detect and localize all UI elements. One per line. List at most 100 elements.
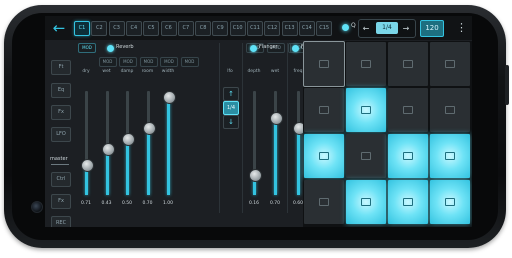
reverb-slider-knob-1[interactable] xyxy=(101,143,115,157)
loop-icon xyxy=(361,152,371,160)
reverb-slider-track-4[interactable] xyxy=(163,91,176,195)
lfo-label: lfo xyxy=(227,69,233,74)
channel-button-c2[interactable]: C2 xyxy=(91,21,108,36)
master-divider xyxy=(51,164,69,165)
pad-r2-c3[interactable] xyxy=(388,88,428,132)
channel-button-c11[interactable]: C11 xyxy=(247,21,263,36)
pad-r2-c2[interactable] xyxy=(346,88,386,132)
pad-r4-c4[interactable] xyxy=(430,180,470,224)
channel-button-c3[interactable]: C3 xyxy=(108,21,125,36)
pad-r4-c1[interactable] xyxy=(304,180,344,224)
pad-r3-c1[interactable] xyxy=(304,134,344,178)
loop-icon xyxy=(403,60,413,68)
reverb-slider-knob-0[interactable] xyxy=(81,158,94,172)
loop-icon xyxy=(361,60,371,68)
pad-r3-c3[interactable] xyxy=(388,134,428,178)
sidebar-button-lfo[interactable]: LFO xyxy=(51,127,71,142)
loop-icon xyxy=(361,198,371,206)
flanger-param-value-wet: 0.70 xyxy=(269,201,281,206)
channel-button-c1[interactable]: C1 xyxy=(74,21,90,36)
pad-r3-c2[interactable] xyxy=(346,134,386,178)
master-label: master xyxy=(50,156,68,162)
pad-r1-c1[interactable] xyxy=(303,41,345,87)
reverb-slider-knob-3[interactable] xyxy=(142,122,156,136)
filter-slider-track-0[interactable] xyxy=(293,91,306,195)
channel-button-c8[interactable]: C8 xyxy=(195,21,212,36)
pad-r1-c2[interactable] xyxy=(346,42,386,86)
quantize-value[interactable]: 1/4 xyxy=(376,22,398,34)
lfo-up-arrow-icon[interactable]: ↑ xyxy=(223,87,239,101)
flanger-param-label-wet: wet xyxy=(270,69,280,74)
reverb-slider-track-0[interactable] xyxy=(81,91,94,195)
channel-button-c14[interactable]: C14 xyxy=(298,21,315,36)
pad-grid xyxy=(303,41,472,227)
reverb-mod-button-3[interactable]: MOD xyxy=(139,57,158,67)
sidebar-button-ctrl[interactable]: Ctrl xyxy=(51,172,71,187)
reverb-slider-track-1[interactable] xyxy=(101,91,115,195)
loop-icon xyxy=(403,152,413,160)
flanger-slider-track-1[interactable] xyxy=(270,91,283,195)
channel-button-c15[interactable]: C15 xyxy=(316,21,333,36)
sidebar-button-rec[interactable]: REC xyxy=(51,216,71,227)
flanger-enable-toggle[interactable] xyxy=(250,45,257,52)
flanger-slider-knob-1[interactable] xyxy=(270,112,283,125)
channel-button-c13[interactable]: C13 xyxy=(281,21,298,36)
reverb-slider-knob-2[interactable] xyxy=(122,132,135,146)
sidebar-button-eq[interactable]: Eq xyxy=(51,83,71,98)
reverb-mod-button-5[interactable]: MOD xyxy=(180,57,199,67)
flanger-slider-track-0[interactable] xyxy=(249,91,262,195)
reverb-slider-track-3[interactable] xyxy=(142,91,156,195)
filter-enable-toggle[interactable] xyxy=(292,45,299,52)
pad-r4-c3[interactable] xyxy=(388,180,428,224)
quantize-prev-button[interactable]: ← xyxy=(359,20,373,37)
channel-button-c10[interactable]: C10 xyxy=(229,21,246,36)
reverb-slider-fill-2 xyxy=(126,137,129,195)
pad-r4-c2[interactable] xyxy=(346,180,386,224)
flanger-slider-knob-0[interactable] xyxy=(249,169,262,183)
reverb-param-label-width: width xyxy=(161,69,175,74)
lfo-rate-button[interactable]: 1/4 xyxy=(223,101,239,115)
pad-r3-c4[interactable] xyxy=(430,134,470,178)
reverb-param-value-room: 0.70 xyxy=(142,201,153,206)
flanger-title: Flanger xyxy=(259,44,278,50)
sidebar-button-master-fx[interactable]: Fx xyxy=(51,194,71,209)
reverb-enable-toggle[interactable] xyxy=(107,45,114,52)
loop-icon xyxy=(445,106,455,114)
phone-side-button xyxy=(505,65,509,105)
channel-button-c7[interactable]: C7 xyxy=(177,21,194,36)
pad-r2-c1[interactable] xyxy=(304,88,344,132)
lfo-down-arrow-icon[interactable]: ↓ xyxy=(223,115,239,129)
reverb-slider-fill-4 xyxy=(167,96,170,195)
reverb-mod-button-0[interactable]: MOD xyxy=(78,43,96,53)
loop-icon xyxy=(445,60,455,68)
channel-button-c6[interactable]: C6 xyxy=(160,21,177,36)
back-arrow-icon[interactable]: ← xyxy=(51,20,67,36)
reverb-mod-button-4[interactable]: MOD xyxy=(160,57,178,67)
left-sidebar: Ft Eq Fx LFO master Ctrl Fx REC xyxy=(50,44,73,227)
reverb-param-label-damp: damp xyxy=(120,69,134,74)
channel-button-c4[interactable]: C4 xyxy=(125,21,142,36)
reverb-mod-button-2[interactable]: MOD xyxy=(119,57,137,67)
reverb-mod-button-1[interactable]: MOD xyxy=(98,57,117,67)
channel-button-c9[interactable]: C9 xyxy=(212,21,229,36)
channel-button-c12[interactable]: C12 xyxy=(264,21,281,36)
loop-icon xyxy=(361,106,371,114)
quantize-next-button[interactable]: → xyxy=(399,20,413,37)
reverb-title: Reverb xyxy=(116,44,134,50)
loop-icon xyxy=(319,60,329,68)
tempo-display[interactable]: 120 xyxy=(420,20,444,37)
play-indicator-icon[interactable] xyxy=(342,24,349,31)
pad-r1-c3[interactable] xyxy=(388,42,428,86)
sidebar-button-ft[interactable]: Ft xyxy=(51,60,71,75)
pad-r2-c4[interactable] xyxy=(430,88,470,132)
reverb-slider-knob-4[interactable] xyxy=(163,91,176,105)
loop-icon xyxy=(319,106,329,114)
channel-button-c5[interactable]: C5 xyxy=(143,21,160,36)
reverb-slider-track-2[interactable] xyxy=(122,91,135,195)
pad-r1-c4[interactable] xyxy=(430,42,470,86)
overflow-menu-icon[interactable]: ⋮ xyxy=(456,21,467,35)
loop-icon xyxy=(445,198,455,206)
sidebar-button-fx[interactable]: Fx xyxy=(51,105,71,120)
reverb-param-label-wet: wet xyxy=(102,69,111,74)
filter-slider-fill-0 xyxy=(297,127,300,195)
